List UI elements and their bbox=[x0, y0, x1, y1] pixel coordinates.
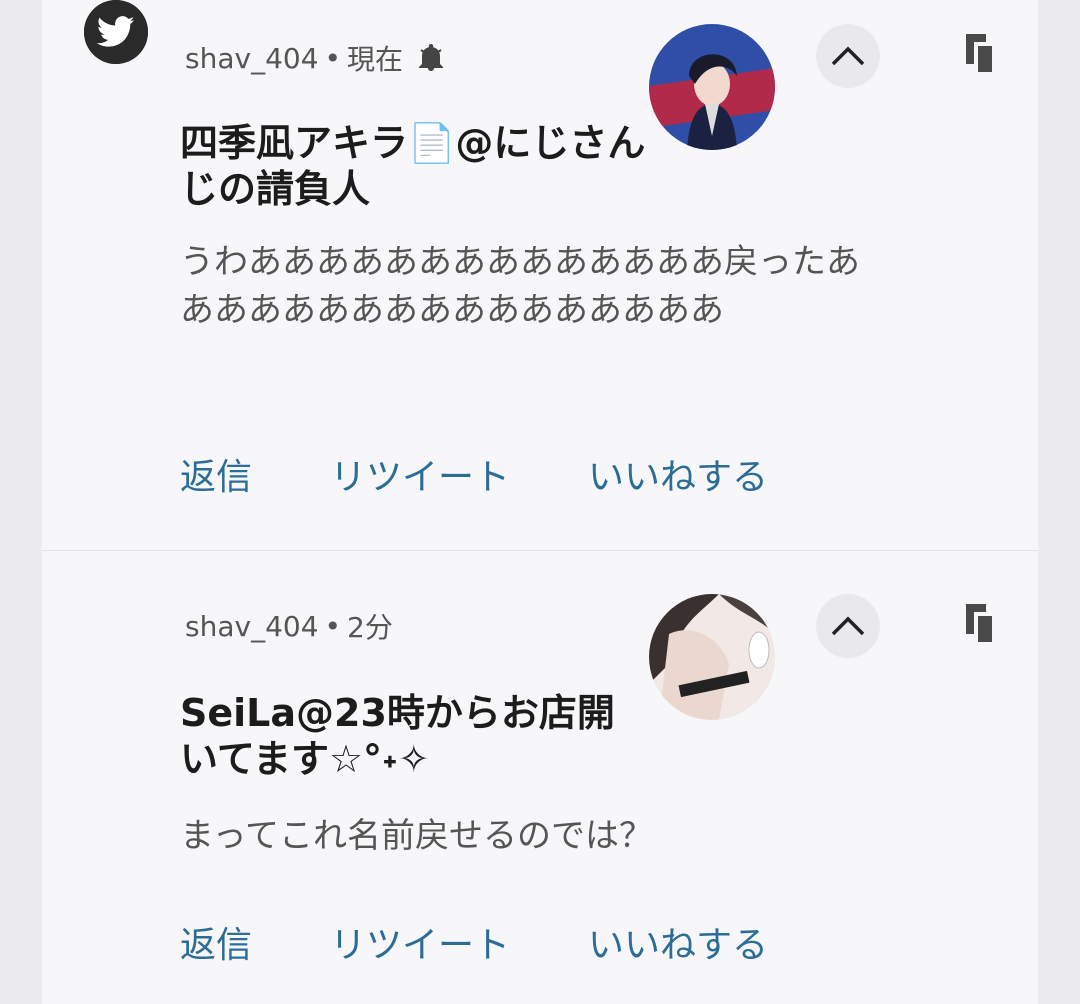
notification-actions: 返信 リツイート いいねする bbox=[180, 918, 846, 966]
notification-title: SeiLa@23時からお店開いてます☆°˖✧ bbox=[180, 691, 615, 781]
chevron-up-icon[interactable] bbox=[816, 24, 880, 88]
notification-message: うわああああああああああああああ戻ったあああああああああああああああああ bbox=[180, 242, 860, 330]
notification-actions: 返信 リツイート いいねする bbox=[180, 450, 846, 498]
retweet-button[interactable]: リツイート bbox=[330, 448, 510, 500]
twitter-icon bbox=[84, 0, 148, 64]
notification-message: まってこれ名前戻せるのでは？ bbox=[180, 816, 653, 856]
like-button[interactable]: いいねする bbox=[588, 916, 768, 968]
account-name: shav_404 bbox=[185, 609, 319, 643]
avatar bbox=[649, 24, 775, 150]
copy-icon[interactable] bbox=[966, 34, 996, 74]
reply-button[interactable]: 返信 bbox=[180, 916, 252, 968]
notification-header: shav_404 • 2分 bbox=[185, 606, 393, 646]
like-button[interactable]: いいねする bbox=[588, 448, 768, 500]
notification-panel: shav_404 • 現在 四季凪アキラ📄@にじさんじの請負人 うわああああああ… bbox=[42, 0, 1038, 1004]
timestamp: 現在 bbox=[347, 43, 404, 76]
avatar bbox=[649, 594, 775, 720]
separator: • bbox=[324, 609, 342, 643]
notification-header: shav_404 • 現在 bbox=[185, 38, 444, 78]
notification-title: 四季凪アキラ📄@にじさんじの請負人 bbox=[180, 121, 646, 211]
retweet-button[interactable]: リツイート bbox=[330, 916, 510, 968]
copy-icon[interactable] bbox=[966, 604, 996, 644]
reply-button[interactable]: 返信 bbox=[180, 448, 252, 500]
chevron-up-icon[interactable] bbox=[816, 594, 880, 658]
account-name: shav_404 bbox=[185, 41, 319, 75]
timestamp: 2分 bbox=[347, 611, 393, 644]
separator: • bbox=[324, 41, 342, 75]
bell-icon bbox=[419, 44, 444, 72]
